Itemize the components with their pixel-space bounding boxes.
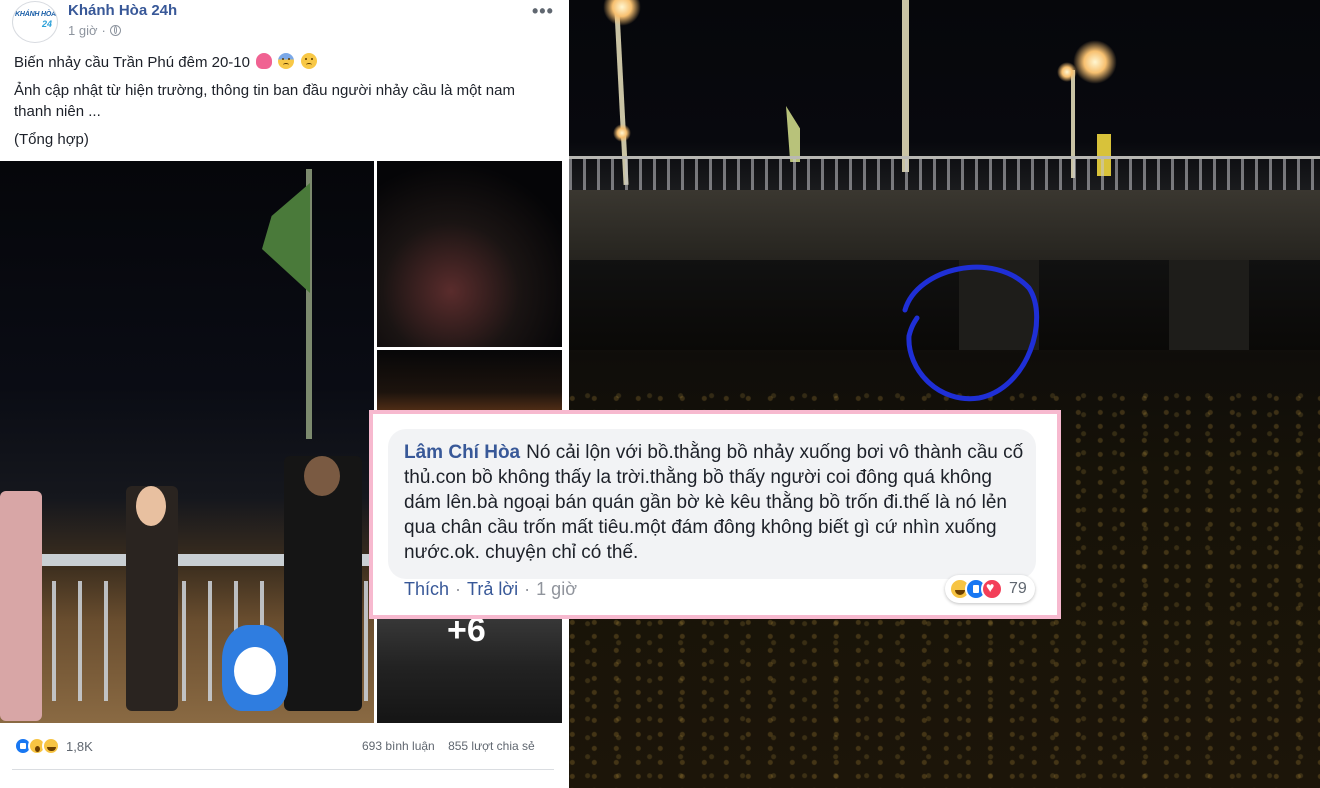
flag-on-bridge — [786, 106, 800, 162]
globe-icon — [109, 25, 121, 36]
sad-emoji-icon — [300, 53, 317, 69]
post-photo-motorbikes[interactable] — [377, 161, 562, 347]
tulip-emoji-icon — [256, 53, 273, 69]
green-flag — [262, 183, 310, 293]
love-reaction-icon — [981, 578, 1003, 600]
street-lamp-light — [603, 0, 641, 26]
comment-count-link[interactable]: 693 bình luận — [362, 739, 435, 753]
street-lamp-pole — [902, 0, 909, 172]
action-separator: · — [524, 579, 531, 599]
post-meta-dot: · — [101, 23, 106, 38]
bridge-night-photo — [569, 0, 1320, 788]
comment-author-link[interactable]: Lâm Chí Hòa — [404, 442, 520, 463]
post-timestamp[interactable]: 1 giờ — [68, 23, 98, 38]
post-photo-main[interactable] — [0, 161, 374, 723]
person-man-helmet — [284, 456, 362, 711]
comment-reaction-count: 79 — [1009, 580, 1027, 597]
post-title-text: Biến nhảy cầu Trần Phú đêm 20-10 — [14, 54, 250, 71]
more-options-icon[interactable]: ••• — [532, 1, 554, 22]
street-lamp-light — [613, 124, 631, 142]
person-girl-center — [126, 486, 178, 711]
share-count-link[interactable]: 855 lượt chia sẻ — [448, 739, 535, 753]
comment-timestamp[interactable]: 1 giờ — [536, 579, 577, 599]
bridge-pier — [1169, 260, 1249, 350]
action-separator: · — [455, 579, 462, 599]
comment-reactions[interactable]: 79 — [945, 575, 1035, 603]
page-name-link[interactable]: Khánh Hòa 24h — [68, 2, 177, 19]
like-comment-button[interactable]: Thích — [404, 579, 449, 599]
doraemon-toy — [222, 625, 288, 711]
post-stats: 693 bình luận 855 lượt chia sẻ — [362, 739, 535, 753]
post-text-title: Biến nhảy cầu Trần Phú đêm 20-10 — [14, 52, 554, 73]
street-lamp-light — [1057, 62, 1077, 82]
post-text-body: Ảnh cập nhật từ hiện trường, thông tin b… — [14, 82, 515, 120]
comment-body: Lâm Chí Hòa Nó cải lộn với bồ.thằng bồ nh… — [404, 440, 1024, 565]
person-girl-left — [0, 491, 42, 721]
street-lamp-light — [1073, 40, 1117, 84]
blue-circle-annotation — [902, 264, 1040, 402]
logo-number: 24 — [42, 19, 53, 29]
bridge-deck — [569, 190, 1320, 260]
post-reactions[interactable]: 1,8K — [14, 737, 93, 755]
comment-actions: Thích · Trả lời · 1 giờ — [404, 579, 577, 600]
reaction-count[interactable]: 1,8K — [66, 739, 93, 754]
post-divider — [12, 769, 554, 770]
comment-screenshot-frame: Lâm Chí Hòa Nó cải lộn với bồ.thằng bồ nh… — [369, 410, 1061, 619]
page-avatar[interactable]: KHÁNH HÒA 24 — [12, 1, 58, 43]
post-text-source: (Tổng hợp) — [14, 131, 89, 148]
post-meta: 1 giờ · — [68, 23, 121, 38]
facebook-post: KHÁNH HÒA 24 Khánh Hòa 24h 1 giờ · ••• B… — [0, 0, 566, 788]
reply-comment-button[interactable]: Trả lời — [467, 579, 518, 599]
logo-text: KHÁNH HÒA — [15, 11, 56, 18]
haha-reaction-icon — [42, 737, 60, 755]
comment-bubble: Lâm Chí Hòa Nó cải lộn với bồ.thằng bồ nh… — [388, 429, 1036, 603]
cold-sweat-emoji-icon — [278, 53, 295, 69]
